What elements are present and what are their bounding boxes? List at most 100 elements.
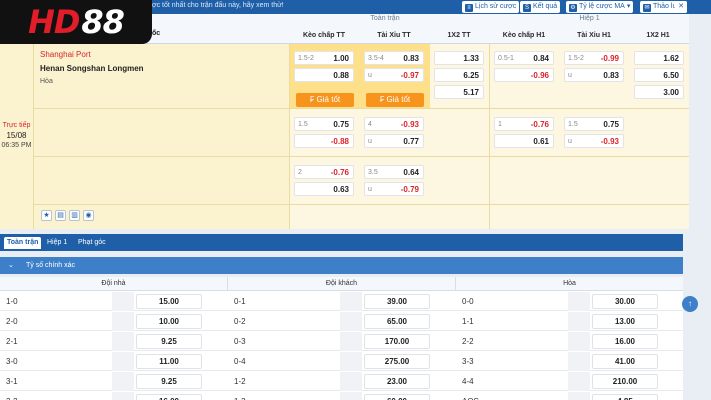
- table-row: 3-0 11.00: [0, 352, 228, 371]
- table-row: 0-0 30.00: [456, 292, 684, 311]
- table-row: 0-4 275.00: [228, 352, 456, 371]
- best-price-button[interactable]: ₣ Giá tốt: [296, 93, 354, 107]
- score-odds-cell[interactable]: 15.00: [136, 294, 202, 309]
- table-row: 3-216.00: [0, 392, 228, 400]
- row-spacer: [340, 332, 362, 351]
- score-label: 1-0: [6, 297, 18, 306]
- table-row: 2-1 9.25: [0, 332, 228, 351]
- table-row: 3-3 41.00: [456, 352, 684, 371]
- table-row: 2-2 16.00: [456, 332, 684, 351]
- row-spacer: [112, 332, 134, 351]
- table-row: 1-1 13.00: [456, 312, 684, 331]
- correct-score-table: Đội nhà Đội khách Hòa 1-0 15.00 2-0 10.00 2-…: [0, 277, 684, 400]
- odds-cell[interactable]: 4 -0.93: [364, 117, 424, 131]
- odds-cell[interactable]: -0.96: [494, 68, 554, 82]
- tab-first-half[interactable]: Hiệp 1: [44, 237, 70, 249]
- bet-history-button[interactable]: ≡ Lịch sử cược: [462, 1, 520, 13]
- draw-label: Hòa: [40, 78, 53, 85]
- score-odds-cell[interactable]: 16.00: [592, 334, 658, 349]
- odds-cell[interactable]: 2 -0.76: [294, 165, 354, 179]
- odds-cell[interactable]: u -0.79: [364, 182, 424, 196]
- odds-cell[interactable]: u 0.83: [564, 68, 624, 82]
- team-names: Shanghai Port Henan Songshan Longmen Hòa: [40, 50, 280, 90]
- score-label: 0-1: [234, 297, 246, 306]
- score-odds-cell[interactable]: 9.25: [136, 374, 202, 389]
- row-spacer: [112, 312, 134, 331]
- score-label: 1-1: [462, 317, 474, 326]
- col-ou-ft: Tài Xỉu TT: [377, 32, 411, 39]
- score-odds-cell[interactable]: 39.00: [364, 294, 430, 309]
- score-odds-cell[interactable]: 23.00: [364, 374, 430, 389]
- table-row: 2-0 10.00: [0, 312, 228, 331]
- odds-cell[interactable]: 1.33: [434, 51, 484, 65]
- close-button[interactable]: ✕: [675, 1, 687, 13]
- match-clock: 06:35 PM: [1, 142, 32, 149]
- tab-full-match[interactable]: Toàn trận: [4, 237, 42, 249]
- score-odds-cell[interactable]: 9.25: [136, 334, 202, 349]
- odds-cell[interactable]: 3.5 0.64: [364, 165, 424, 179]
- score-odds-cell[interactable]: 275.00: [364, 354, 430, 369]
- best-price-button[interactable]: ₣ Giá tốt: [366, 93, 424, 107]
- odds-cell[interactable]: 1.5 0.75: [564, 117, 624, 131]
- team-away[interactable]: Henan Songshan Longmen: [40, 64, 280, 73]
- odds-cell[interactable]: u -0.97: [364, 68, 424, 82]
- tab-corners[interactable]: Phạt góc: [75, 237, 109, 249]
- row-spacer: [340, 392, 362, 400]
- chevron-down-icon: ▾: [626, 3, 631, 10]
- odds-cell[interactable]: 6.25: [434, 68, 484, 82]
- score-odds-cell[interactable]: 65.00: [364, 314, 430, 329]
- results-button[interactable]: S Kết quả: [520, 1, 561, 13]
- scroll-top-button[interactable]: ↑: [682, 296, 698, 312]
- group-full-match: Toàn trận: [370, 15, 400, 22]
- score-odds-cell[interactable]: 210.00: [592, 374, 658, 389]
- odds-cell[interactable]: 1 -0.76: [494, 117, 554, 131]
- odds-type-select[interactable]: ⚙ Tỷ lệ cược MA ▾: [566, 1, 634, 13]
- odds-cell[interactable]: 0.61: [494, 134, 554, 148]
- row-spacer: [340, 312, 362, 331]
- score-odds-cell[interactable]: 60.00: [364, 394, 430, 400]
- odds-cell[interactable]: 0.88: [294, 68, 354, 82]
- odds-cell[interactable]: 6.50: [634, 68, 684, 82]
- odds-cell[interactable]: 5.17: [434, 85, 484, 99]
- odds-cell[interactable]: 0.63: [294, 182, 354, 196]
- score-odds-cell[interactable]: 13.00: [592, 314, 658, 329]
- odds-cell[interactable]: 1.62: [634, 51, 684, 65]
- score-odds-cell[interactable]: 10.00: [136, 314, 202, 329]
- col-hdp-h1: Kèo chấp H1: [502, 32, 546, 39]
- team-home[interactable]: Shanghai Port: [40, 50, 280, 59]
- score-odds-cell[interactable]: 170.00: [364, 334, 430, 349]
- score-odds-cell[interactable]: 30.00: [592, 294, 658, 309]
- favorite-star-icon[interactable]: ★: [41, 210, 52, 221]
- odds-cell[interactable]: u -0.93: [564, 134, 624, 148]
- results-icon: S: [523, 4, 531, 12]
- odds-cell[interactable]: 3.5-4 0.83: [364, 51, 424, 65]
- row-separator: [34, 156, 689, 157]
- odds-cell[interactable]: u 0.77: [364, 134, 424, 148]
- score-odds-cell[interactable]: 11.00: [136, 354, 202, 369]
- match-time: Trực tiếp 15/08 06:35 PM: [0, 44, 34, 229]
- away-header: Đội khách: [228, 277, 456, 291]
- chevron-down-icon: ⌄: [8, 262, 14, 269]
- section-title: Tỷ số chính xác: [26, 262, 76, 269]
- bar-chart-icon[interactable]: ▥: [69, 210, 80, 221]
- notice-text: ợc tốt nhất cho trận đấu này, hãy xem th…: [152, 2, 284, 9]
- odds-cell[interactable]: 1.5-2 -0.99: [564, 51, 624, 65]
- row-spacer: [340, 292, 362, 311]
- score-odds-cell[interactable]: 4.85: [592, 394, 658, 400]
- col-ou-h1: Tài Xỉu H1: [577, 32, 611, 39]
- live-tv-icon[interactable]: ◉: [83, 210, 94, 221]
- stats-table-icon[interactable]: ▤: [55, 210, 66, 221]
- gear-icon: ⚙: [569, 4, 577, 12]
- row-spacer: [568, 312, 590, 331]
- row-spacer: [112, 372, 134, 391]
- odds-cell[interactable]: 0.5-1 0.84: [494, 51, 554, 65]
- table-row: 0-3 170.00: [228, 332, 456, 351]
- odds-cell[interactable]: 1.5-2 1.00: [294, 51, 354, 65]
- odds-cell[interactable]: 3.00: [634, 85, 684, 99]
- odds-cell[interactable]: 1.5 0.75: [294, 117, 354, 131]
- section-header[interactable]: ⌄ Tỷ số chính xác: [0, 257, 683, 274]
- score-odds-cell[interactable]: 41.00: [592, 354, 658, 369]
- odds-cell[interactable]: -0.88: [294, 134, 354, 148]
- score-label: 4-4: [462, 377, 474, 386]
- score-odds-cell[interactable]: 16.00: [136, 394, 202, 400]
